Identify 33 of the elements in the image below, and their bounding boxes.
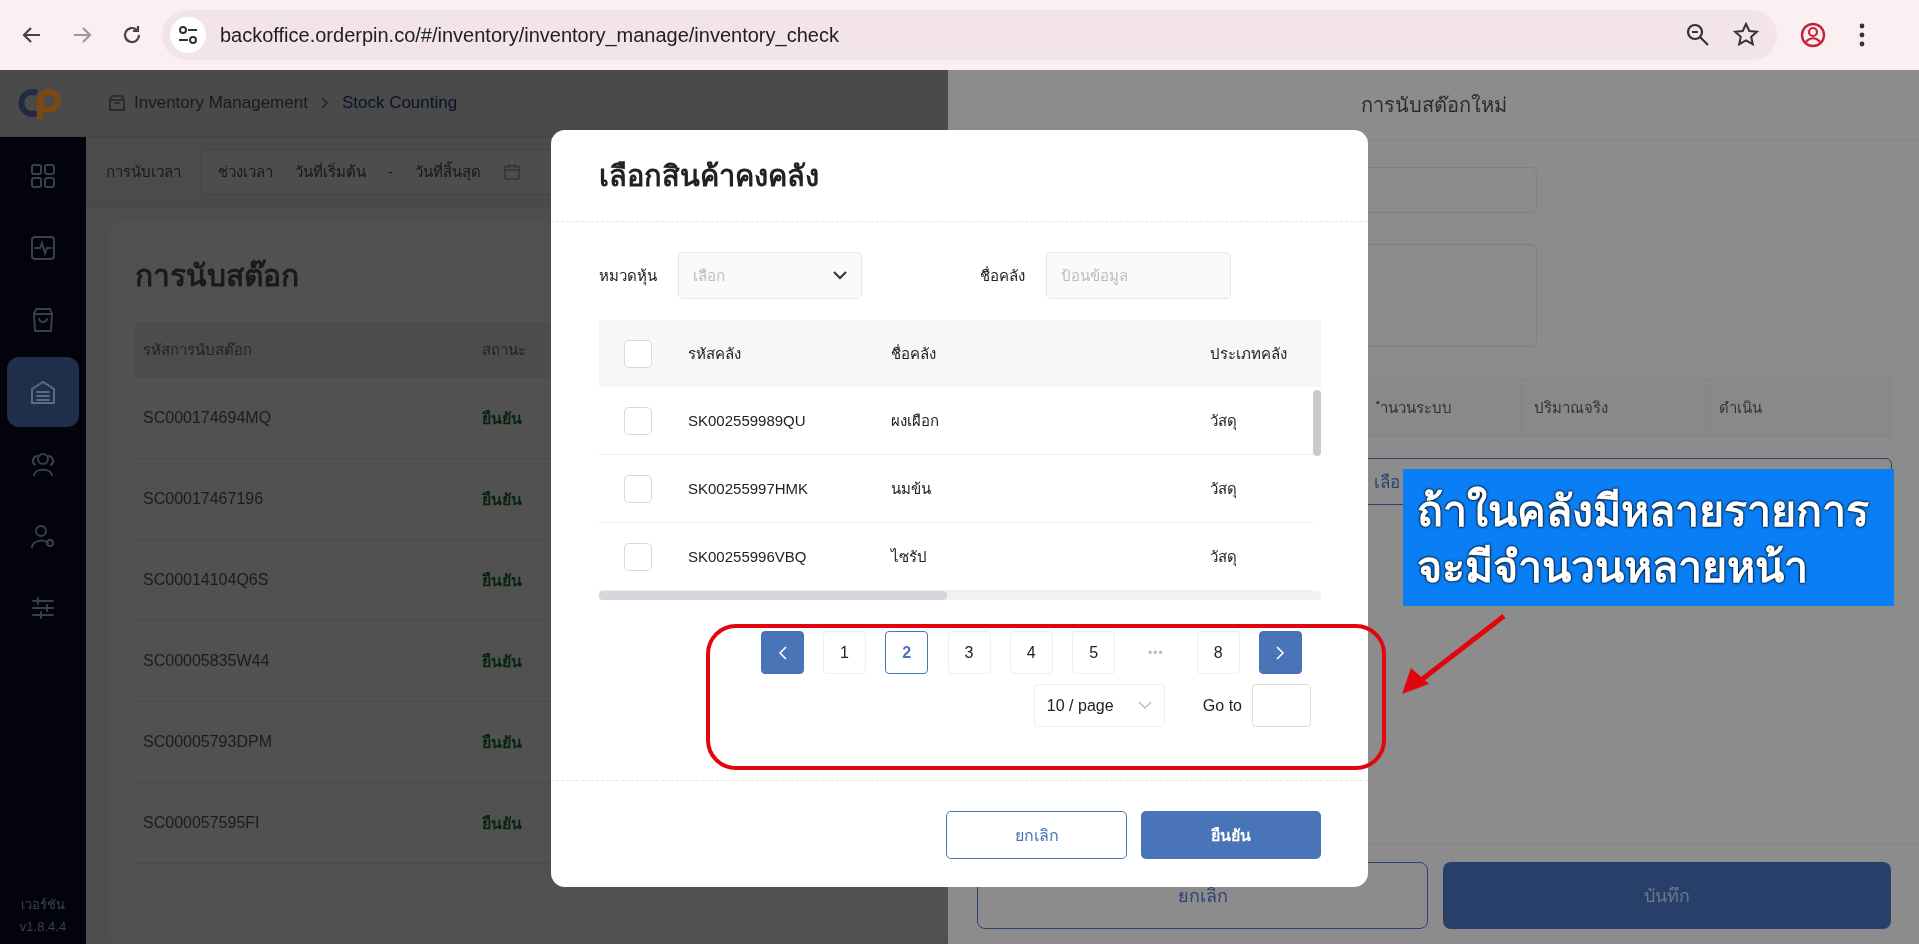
status-text: ยืนยัน bbox=[482, 570, 522, 591]
status-text: ยืนยัน bbox=[482, 489, 522, 510]
filter-label: ชื่อคลัง bbox=[980, 265, 1025, 286]
table-cell-text: ไซรัป bbox=[891, 546, 928, 567]
table-cell-text: วัสดุ bbox=[1210, 478, 1237, 501]
goto-label: Go to bbox=[1202, 696, 1242, 715]
callout-note: ถ้าในคลังมีหลายรายการ จะมีจำนวนหลายหน้า bbox=[1403, 469, 1894, 606]
drawer-title: การนับสต๊อกใหม่ bbox=[1360, 92, 1507, 118]
filter-label: หมวดหุ้น bbox=[599, 265, 657, 288]
table-cell-text: SK00255996VBQ bbox=[688, 548, 808, 565]
status-text: ยืนยัน bbox=[482, 732, 522, 753]
version-number: v1.8.4.4 bbox=[19, 919, 67, 934]
status-text: ยืนยัน bbox=[482, 651, 522, 672]
status-text: ยืนยัน bbox=[482, 813, 522, 834]
column-header: ดำเนิน bbox=[1706, 379, 1891, 436]
table-cell-text: SK002559989QU bbox=[688, 412, 807, 429]
range-separator: - bbox=[388, 163, 393, 180]
end-date-placeholder: วันที่สิ้นสุด bbox=[415, 160, 481, 184]
page-title: การนับสต๊อก bbox=[135, 258, 299, 294]
table-cell-text: วัสดุ bbox=[1210, 410, 1237, 433]
table-cell-text: SK00255997HMK bbox=[688, 480, 810, 497]
version-label: เวอร์ชัน bbox=[21, 896, 65, 914]
url-text: backoffice.orderpin.co/#/inventory/inventory_manage/inventory_check bbox=[220, 23, 840, 47]
table-cell-text: ผงเผือก bbox=[891, 410, 940, 431]
column-header: ประเภทคลัง bbox=[1210, 343, 1287, 364]
status-text: ยืนยัน bbox=[482, 408, 522, 429]
column-header: ชื่อคลัง bbox=[891, 343, 937, 364]
start-date-placeholder: วันที่เริ่มต้น bbox=[295, 161, 366, 182]
column-header: รหัสคลัง bbox=[688, 343, 742, 364]
modal-title: เลือกสินค้าคงคลัง bbox=[599, 158, 819, 194]
table-cell-text: วัสดุ bbox=[1210, 546, 1237, 569]
table-cell-text: นมข้น bbox=[891, 478, 932, 499]
column-header: ปริมาณจริง bbox=[1521, 379, 1706, 436]
